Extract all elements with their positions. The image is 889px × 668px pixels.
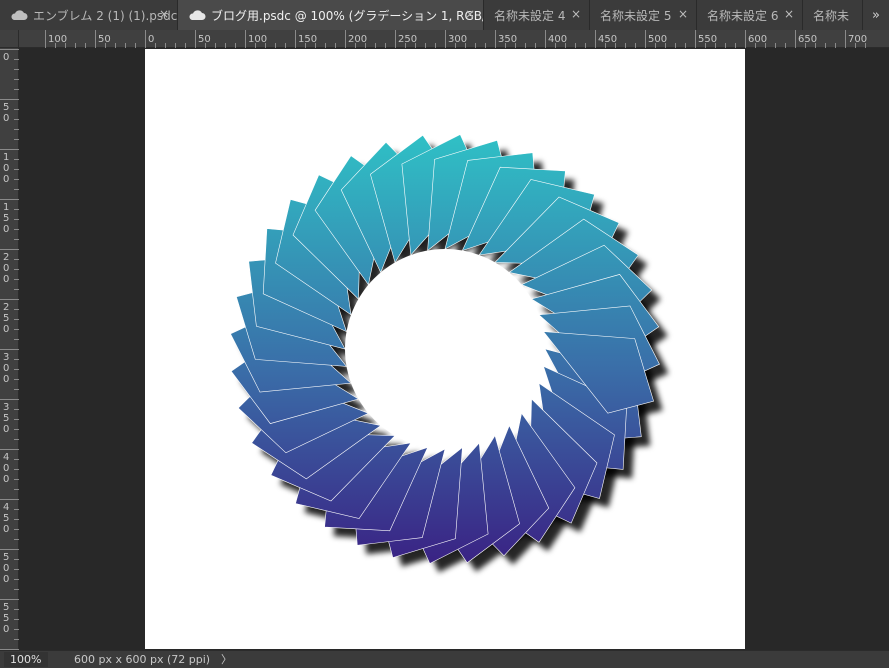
- ruler-label: 0: [3, 624, 9, 635]
- canvas-area[interactable]: [19, 48, 889, 650]
- document-info: 600 px x 600 px (72 ppi): [74, 653, 211, 666]
- ruler-label: 2: [3, 252, 9, 263]
- tab-untitled-6[interactable]: 名称未設定 6 ×: [697, 0, 803, 30]
- ruler-label: 1: [3, 152, 9, 163]
- tab-untitled-4[interactable]: 名称未設定 4 ×: [484, 0, 590, 30]
- ruler-label: 5: [3, 613, 9, 624]
- ruler-label: 500: [648, 34, 667, 45]
- ruler-label: 5: [3, 602, 9, 613]
- ruler-label: 0: [3, 263, 9, 274]
- horizontal-ruler[interactable]: 100 50 0 50 100 150 200 250 300 350 400 450 500 550 60…: [19, 30, 889, 48]
- status-bar: 100% 600 px x 600 px (72 ppi) 〉: [0, 650, 889, 668]
- ruler-label: 600: [748, 34, 767, 45]
- ruler-label: 0: [3, 474, 9, 485]
- ruler-label: 0: [3, 52, 9, 63]
- ruler-corner[interactable]: [0, 30, 19, 48]
- document-canvas[interactable]: [145, 49, 745, 649]
- ruler-label: 0: [3, 574, 9, 585]
- close-icon[interactable]: ×: [678, 7, 688, 21]
- tab-untitled-5[interactable]: 名称未設定 5 ×: [590, 0, 697, 30]
- ruler-label: 650: [798, 34, 817, 45]
- ruler-label: 0: [3, 174, 9, 185]
- ruler-label: 5: [3, 513, 9, 524]
- ruler-label: 100: [248, 34, 267, 45]
- close-icon[interactable]: ×: [465, 7, 475, 21]
- document-tab-bar: エンブレム 2 (1) (1).psdc × ブログ用.psdc @ 100% …: [0, 0, 889, 30]
- ruler-label: 1: [3, 202, 9, 213]
- close-icon[interactable]: ×: [784, 7, 794, 21]
- ruler-label: 350: [498, 34, 517, 45]
- tab-emblem[interactable]: エンブレム 2 (1) (1).psdc ×: [0, 0, 178, 30]
- ruler-label: 2: [3, 302, 9, 313]
- chevron-right-icon[interactable]: 〉: [221, 652, 232, 667]
- ruler-label: 4: [3, 452, 9, 463]
- tab-label: エンブレム 2 (1) (1).psdc: [33, 8, 178, 23]
- ruler-label: 150: [298, 34, 317, 45]
- ruler-label: 5: [3, 413, 9, 424]
- ruler-label: 0: [3, 324, 9, 335]
- ruler-label: 4: [3, 502, 9, 513]
- cloud-icon: [189, 10, 206, 20]
- ruler-label: 450: [598, 34, 617, 45]
- ruler-label: 5: [3, 552, 9, 563]
- circular-petal-artwork: [230, 134, 669, 573]
- ruler-label: 700: [848, 34, 867, 45]
- close-icon[interactable]: ×: [571, 7, 581, 21]
- close-icon[interactable]: ×: [159, 7, 169, 21]
- ruler-label: 0: [3, 274, 9, 285]
- ruler-label: 0: [3, 374, 9, 385]
- ruler-label: 0: [3, 524, 9, 535]
- ruler-label: 550: [698, 34, 717, 45]
- ruler-label: 50: [98, 34, 111, 45]
- ruler-label: 5: [3, 102, 9, 113]
- ruler-label: 0: [3, 363, 9, 374]
- ruler-label: 50: [198, 34, 211, 45]
- tab-overflow-button[interactable]: »: [863, 0, 889, 30]
- ruler-label: 250: [398, 34, 417, 45]
- ruler-label: 0: [3, 463, 9, 474]
- ruler-label: 0: [3, 224, 9, 235]
- ruler-label: 0: [3, 424, 9, 435]
- cloud-icon: [11, 10, 28, 20]
- ruler-label: 200: [348, 34, 367, 45]
- tab-untitled-truncated[interactable]: 名称未: [803, 0, 863, 30]
- ruler-label: 5: [3, 313, 9, 324]
- tab-blog[interactable]: ブログ用.psdc @ 100% (グラデーション 1, RGB/8#) * ×: [178, 0, 484, 30]
- ruler-label: 0: [3, 563, 9, 574]
- tab-label: 名称未設定 4: [494, 8, 566, 23]
- ruler-label: 0: [148, 34, 154, 45]
- zoom-level-field[interactable]: 100%: [4, 652, 48, 667]
- tab-label: 名称未: [813, 8, 850, 23]
- ruler-label: 400: [548, 34, 567, 45]
- tab-label: ブログ用.psdc @ 100% (グラデーション 1, RGB/8#) *: [211, 8, 483, 23]
- ruler-label: 0: [3, 163, 9, 174]
- ruler-label: 3: [3, 402, 9, 413]
- photoshop-window: エンブレム 2 (1) (1).psdc × ブログ用.psdc @ 100% …: [0, 0, 889, 668]
- ruler-label: 5: [3, 213, 9, 224]
- tab-label: 名称未設定 6: [707, 8, 779, 23]
- ruler-label: 100: [48, 34, 67, 45]
- ruler-label: 0: [3, 113, 9, 124]
- ruler-label: 3: [3, 352, 9, 363]
- tab-label: 名称未設定 5: [600, 8, 672, 23]
- vertical-ruler[interactable]: 050100150200250300350400450500550: [0, 48, 19, 650]
- ruler-label: 300: [448, 34, 467, 45]
